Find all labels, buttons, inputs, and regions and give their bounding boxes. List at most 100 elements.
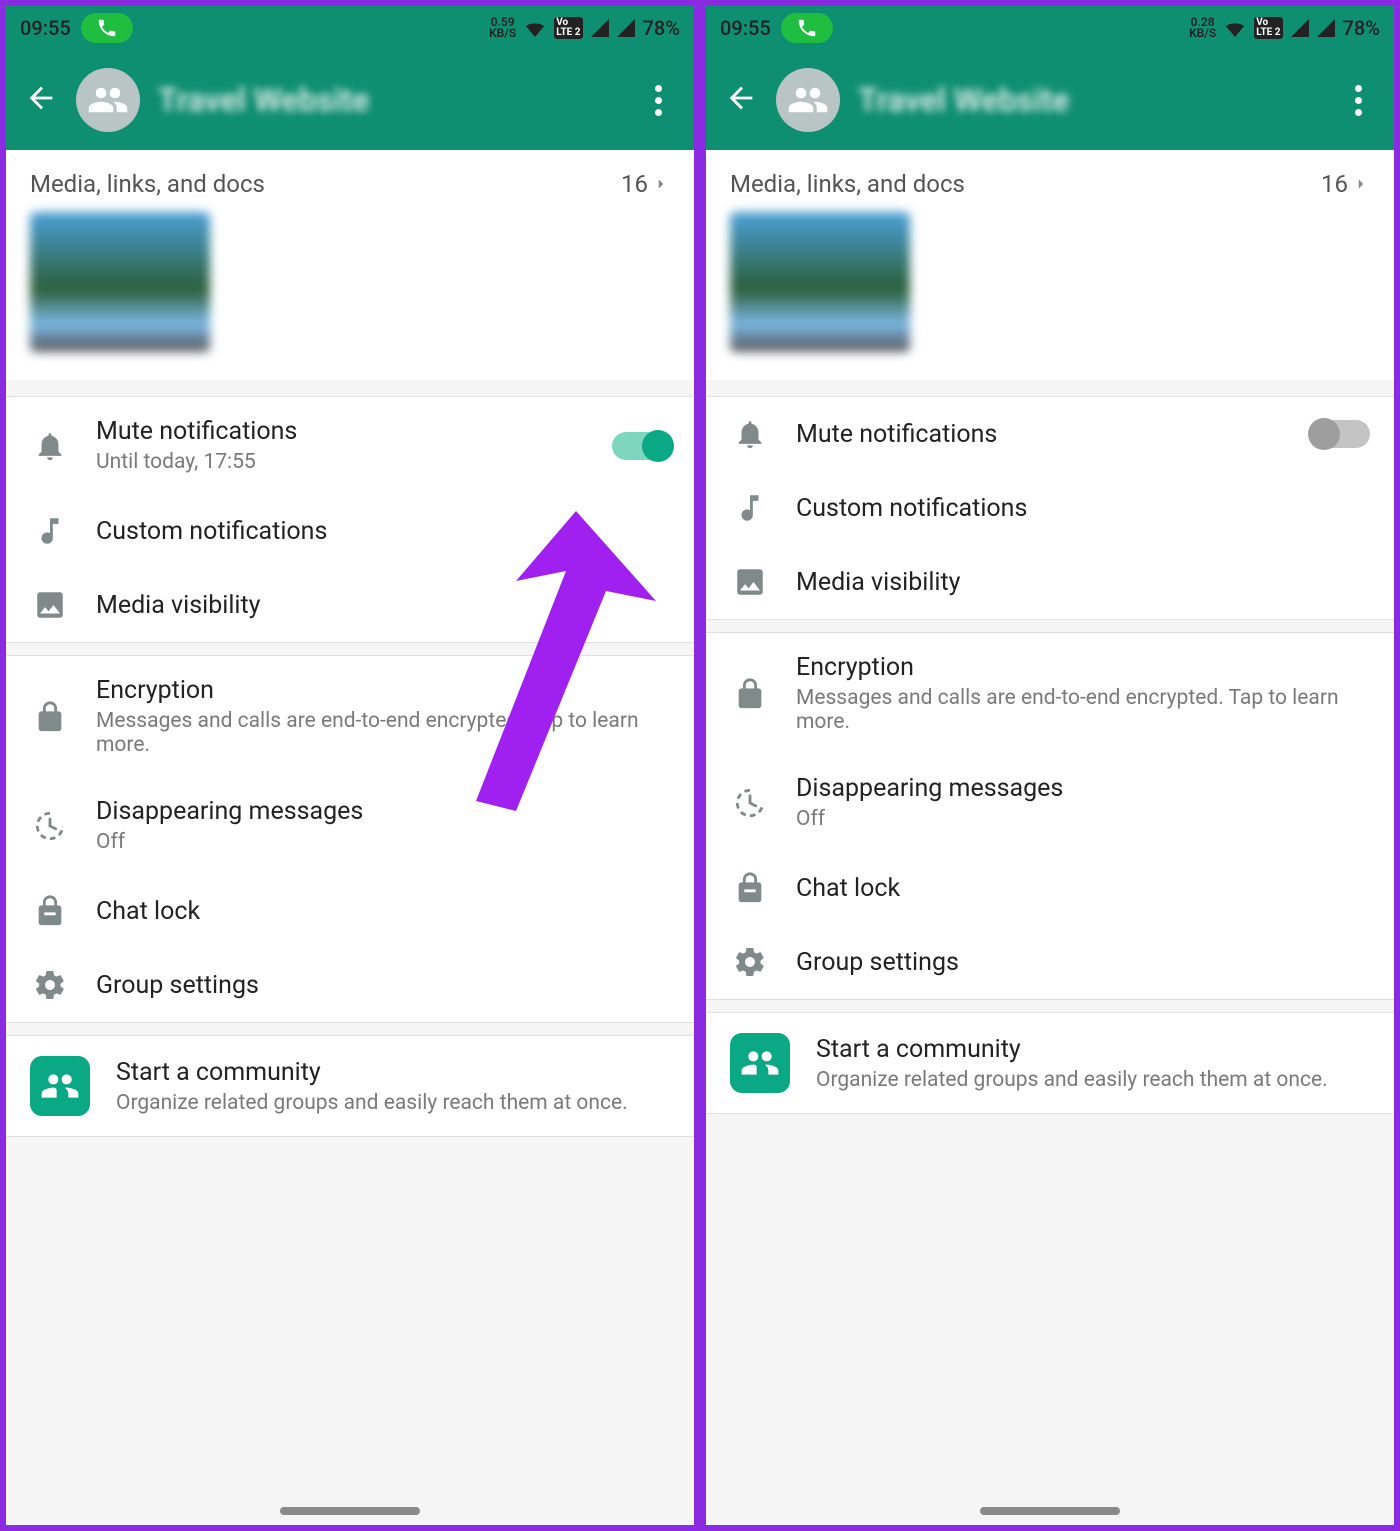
arrow-left-icon bbox=[24, 81, 58, 115]
security-section: Encryption Messages and calls are end-to… bbox=[706, 632, 1394, 1000]
encryption-row[interactable]: Encryption Messages and calls are end-to… bbox=[706, 633, 1394, 754]
wifi-icon bbox=[524, 19, 546, 37]
signal-icon-2 bbox=[617, 19, 635, 37]
media-links-docs-row[interactable]: Media, links, and docs 16 bbox=[6, 150, 694, 212]
back-button[interactable] bbox=[724, 81, 758, 119]
community-icon bbox=[30, 1056, 90, 1116]
music-note-icon bbox=[730, 491, 770, 525]
mute-notifications-row[interactable]: Mute notifications bbox=[706, 397, 1394, 471]
battery-percent: 78% bbox=[643, 16, 680, 40]
group-avatar[interactable] bbox=[776, 68, 840, 132]
music-note-icon bbox=[30, 514, 70, 548]
android-nav-bar[interactable] bbox=[980, 1507, 1120, 1515]
custom-notifications-row[interactable]: Custom notifications bbox=[706, 471, 1394, 545]
disappearing-messages-row[interactable]: Disappearing messages Off bbox=[706, 754, 1394, 851]
mute-toggle[interactable] bbox=[1312, 420, 1370, 448]
lock-icon bbox=[30, 700, 70, 734]
chat-lock-icon bbox=[730, 871, 770, 905]
media-label: Media, links, and docs bbox=[730, 170, 965, 198]
mute-title: Mute notifications bbox=[96, 417, 586, 446]
chat-lock-row[interactable]: Chat lock bbox=[706, 851, 1394, 925]
custom-notif-label: Custom notifications bbox=[796, 494, 1370, 523]
gear-icon bbox=[30, 968, 70, 1002]
phone-left: 09:55 0.59KB/S VoLTE 2 78% Travel Websit… bbox=[0, 0, 700, 1531]
media-thumbnails[interactable] bbox=[6, 212, 694, 380]
status-bar: 09:55 0.59KB/S VoLTE 2 78% bbox=[6, 6, 694, 50]
mute-title: Mute notifications bbox=[796, 420, 1286, 449]
group-settings-row[interactable]: Group settings bbox=[6, 948, 694, 1022]
android-nav-bar[interactable] bbox=[280, 1507, 420, 1515]
community-section: Start a community Organize related group… bbox=[706, 1012, 1394, 1114]
media-thumbnail[interactable] bbox=[30, 212, 210, 352]
media-thumbnails[interactable] bbox=[706, 212, 1394, 380]
settings-content: Media, links, and docs 16 Mute notificat… bbox=[6, 150, 694, 1525]
media-count: 16 bbox=[621, 170, 670, 198]
timer-icon bbox=[30, 809, 70, 843]
signal-icon-1 bbox=[1291, 19, 1309, 37]
header-title[interactable]: Travel Website bbox=[158, 81, 622, 119]
call-indicator-pill[interactable] bbox=[81, 13, 133, 43]
header-title[interactable]: Travel Website bbox=[858, 81, 1322, 119]
disappearing-subtitle: Off bbox=[96, 830, 670, 854]
signal-icon-2 bbox=[1317, 19, 1335, 37]
start-community-row[interactable]: Start a community Organize related group… bbox=[6, 1036, 694, 1136]
app-header: Travel Website bbox=[706, 50, 1394, 150]
mute-notifications-row[interactable]: Mute notifications Until today, 17:55 bbox=[6, 397, 694, 494]
back-button[interactable] bbox=[24, 81, 58, 119]
chat-lock-icon bbox=[30, 894, 70, 928]
network-speed: 0.59KB/S bbox=[489, 17, 516, 39]
status-bar: 09:55 0.28KB/S VoLTE 2 78% bbox=[706, 6, 1394, 50]
mute-toggle[interactable] bbox=[612, 432, 670, 460]
phone-icon bbox=[96, 17, 118, 39]
bell-icon bbox=[730, 417, 770, 451]
group-avatar[interactable] bbox=[76, 68, 140, 132]
phone-icon bbox=[796, 17, 818, 39]
status-time: 09:55 bbox=[720, 16, 771, 40]
chat-lock-label: Chat lock bbox=[96, 897, 670, 926]
call-indicator-pill[interactable] bbox=[781, 13, 833, 43]
lte-badge: VoLTE 2 bbox=[1254, 17, 1282, 39]
settings-content: Media, links, and docs 16 Mute notificat… bbox=[706, 150, 1394, 1525]
bell-icon bbox=[30, 429, 70, 463]
disappearing-title: Disappearing messages bbox=[796, 774, 1370, 803]
encryption-subtitle: Messages and calls are end-to-end encryp… bbox=[796, 686, 1370, 734]
community-icon bbox=[730, 1033, 790, 1093]
image-icon bbox=[730, 565, 770, 599]
more-options-button[interactable] bbox=[1340, 82, 1376, 118]
group-icon bbox=[87, 79, 129, 121]
group-settings-row[interactable]: Group settings bbox=[706, 925, 1394, 999]
community-subtitle: Organize related groups and easily reach… bbox=[816, 1068, 1370, 1092]
media-count: 16 bbox=[1321, 170, 1370, 198]
signal-icon-1 bbox=[591, 19, 609, 37]
media-label: Media, links, and docs bbox=[30, 170, 265, 198]
media-visibility-row[interactable]: Media visibility bbox=[706, 545, 1394, 619]
media-vis-label: Media visibility bbox=[796, 568, 1370, 597]
media-links-docs-row[interactable]: Media, links, and docs 16 bbox=[706, 150, 1394, 212]
more-options-button[interactable] bbox=[640, 82, 676, 118]
community-subtitle: Organize related groups and easily reach… bbox=[116, 1091, 670, 1115]
encryption-title: Encryption bbox=[796, 653, 1370, 682]
lte-badge: VoLTE 2 bbox=[554, 17, 582, 39]
battery-percent: 78% bbox=[1343, 16, 1380, 40]
gear-icon bbox=[730, 945, 770, 979]
media-thumbnail[interactable] bbox=[730, 212, 910, 352]
chevron-right-icon bbox=[1352, 175, 1370, 193]
community-title: Start a community bbox=[116, 1058, 670, 1087]
annotation-arrow bbox=[446, 511, 676, 821]
timer-icon bbox=[730, 786, 770, 820]
community-section: Start a community Organize related group… bbox=[6, 1035, 694, 1137]
image-icon bbox=[30, 588, 70, 622]
chevron-right-icon bbox=[652, 175, 670, 193]
phone-right: 09:55 0.28KB/S VoLTE 2 78% Travel Websit… bbox=[700, 0, 1400, 1531]
chat-lock-row[interactable]: Chat lock bbox=[6, 874, 694, 948]
mute-subtitle: Until today, 17:55 bbox=[96, 450, 586, 474]
status-time: 09:55 bbox=[20, 16, 71, 40]
arrow-left-icon bbox=[724, 81, 758, 115]
group-icon bbox=[787, 79, 829, 121]
disappearing-subtitle: Off bbox=[796, 807, 1370, 831]
group-settings-label: Group settings bbox=[96, 971, 670, 1000]
start-community-row[interactable]: Start a community Organize related group… bbox=[706, 1013, 1394, 1113]
community-title: Start a community bbox=[816, 1035, 1370, 1064]
notification-section: Mute notifications Custom notifications … bbox=[706, 396, 1394, 620]
wifi-icon bbox=[1224, 19, 1246, 37]
